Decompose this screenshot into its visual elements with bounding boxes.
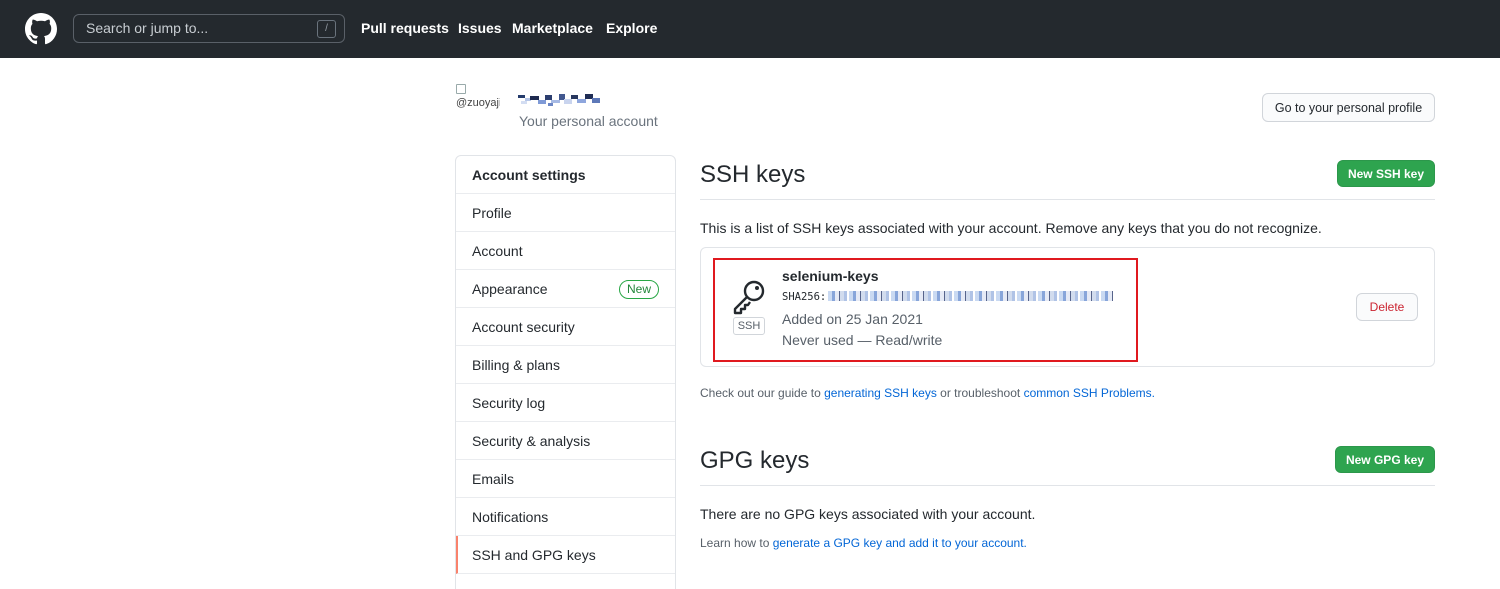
nav-pull-requests[interactable]: Pull requests [361,20,449,36]
sidebar-item-profile[interactable]: Profile [456,194,675,232]
nav-explore[interactable]: Explore [606,20,657,36]
ssh-guide-text: Check out our guide to generating SSH ke… [700,386,1155,400]
settings-menu: Account settings Profile Account Appeara… [455,155,676,589]
broken-image-icon [456,84,466,94]
account-subtitle: Your personal account [519,113,658,129]
divider [700,199,1435,200]
learn-prefix: Learn how to [700,536,770,550]
generating-ssh-keys-link[interactable]: generating SSH keys [824,386,937,400]
guide-prefix: Check out our guide to [700,386,821,400]
gpg-learn-text: Learn how to generate a GPG key and add … [700,536,1027,550]
github-logo-icon[interactable] [25,13,57,45]
avatar-alt-text: @zuoyajin [456,97,500,109]
slash-shortcut-icon: / [317,20,336,38]
nav-marketplace[interactable]: Marketplace [512,20,593,36]
ssh-keys-title: SSH keys [700,161,806,188]
sidebar-item-label: Appearance [472,281,548,297]
sidebar-item-billing[interactable]: Billing & plans [456,346,675,384]
sidebar-item-emails[interactable]: Emails [456,460,675,498]
top-header: Search or jump to... / Pull requests Iss… [0,0,1500,58]
new-ssh-key-button[interactable]: New SSH key [1337,160,1435,187]
new-badge: New [618,280,659,299]
avatar[interactable]: @zuoyajin [456,84,500,128]
generate-gpg-key-link[interactable]: generate a GPG key and add it to your ac… [773,536,1027,550]
sidebar-item-appearance[interactable]: Appearance New [456,270,675,308]
ssh-description: This is a list of SSH keys associated wi… [700,220,1322,236]
sidebar-item-account[interactable]: Account [456,232,675,270]
gpg-description: There are no GPG keys associated with yo… [700,506,1036,522]
highlight-annotation [713,258,1138,362]
delete-key-button[interactable]: Delete [1356,293,1418,321]
gpg-keys-title: GPG keys [700,447,810,474]
menu-heading: Account settings [456,156,675,194]
divider [700,485,1435,486]
sidebar-item-security-log[interactable]: Security log [456,384,675,422]
guide-middle: or troubleshoot [940,386,1021,400]
sidebar-item-notifications[interactable]: Notifications [456,498,675,536]
search-placeholder: Search or jump to... [86,20,209,36]
nav-issues[interactable]: Issues [458,20,502,36]
redacted-username [518,94,600,106]
search-input[interactable]: Search or jump to... / [73,14,345,43]
sidebar-item-security-analysis[interactable]: Security & analysis [456,422,675,460]
go-to-profile-button[interactable]: Go to your personal profile [1262,93,1435,122]
sidebar-item-ssh-gpg-keys[interactable]: SSH and GPG keys [456,536,675,574]
new-gpg-key-button[interactable]: New GPG key [1335,446,1435,473]
sidebar-item-account-security[interactable]: Account security [456,308,675,346]
common-ssh-problems-link[interactable]: common SSH Problems. [1024,386,1155,400]
